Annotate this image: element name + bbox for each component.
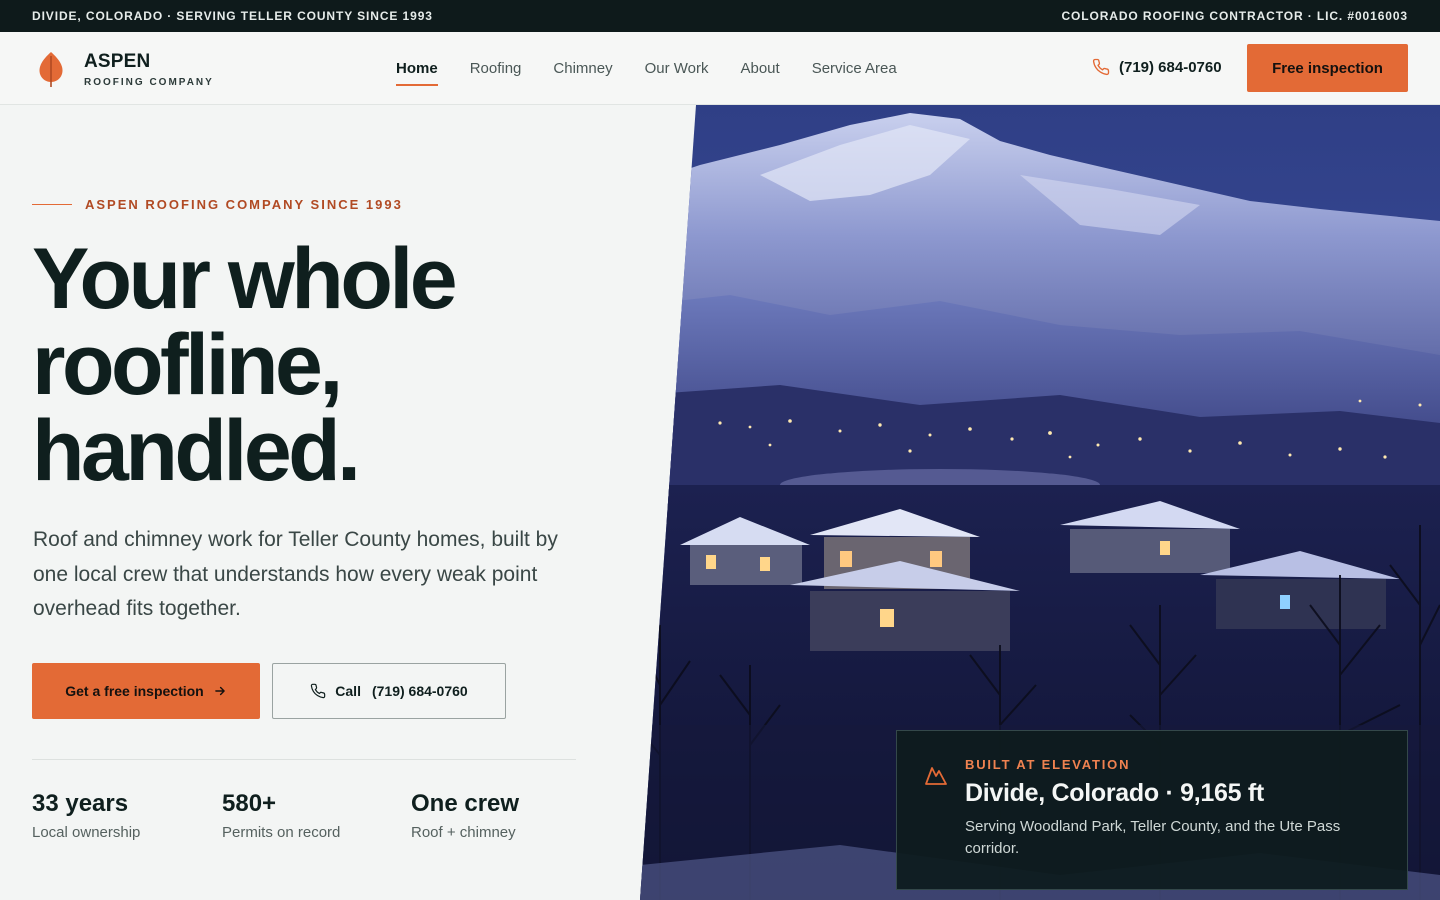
- hero-lead: Roof and chimney work for Teller County …: [33, 528, 558, 620]
- nav-home[interactable]: Home: [380, 32, 454, 105]
- hero-eyebrow-text: ASPEN ROOFING COMPANY SINCE 1993: [85, 197, 403, 212]
- stat-crew: One crew Roof + chimney: [411, 788, 519, 841]
- stat-value: 580+: [222, 790, 277, 817]
- site-header: ASPEN ROOFING COMPANY Home Roofing Chimn…: [0, 32, 1440, 105]
- card-text: Serving Woodland Park, Teller County, an…: [965, 818, 1341, 857]
- headline-line-3: handled.: [32, 403, 361, 499]
- header-phone-number: (719) 684-0760: [1119, 58, 1222, 76]
- card-title: Divide, Colorado · 9,165 ft: [965, 779, 1264, 807]
- nav-chimney[interactable]: Chimney: [537, 32, 628, 105]
- mountain-icon: [925, 767, 947, 785]
- stat-years: 33 years Local ownership: [32, 788, 140, 841]
- arrow-right-icon: [214, 686, 225, 696]
- phone-icon: [311, 683, 326, 699]
- brand-subtitle: ROOFING COMPANY: [84, 76, 214, 88]
- call-number: (719) 684-0760: [371, 683, 468, 699]
- stat-label: Roof + chimney: [411, 824, 516, 841]
- stat-label: Permits on record: [222, 824, 341, 841]
- nav-roofing[interactable]: Roofing: [454, 32, 538, 105]
- nav-our-work[interactable]: Our Work: [629, 32, 725, 105]
- hero-headline: Your whole roofline, handled.: [32, 236, 632, 494]
- topbar-location-text: DIVIDE, COLORADO · SERVING TELLER COUNTY…: [32, 9, 433, 23]
- primary-cta-label: Get a free inspection: [65, 683, 204, 699]
- nav-about[interactable]: About: [724, 32, 795, 105]
- brand-logo[interactable]: ASPEN ROOFING COMPANY: [36, 50, 214, 88]
- top-bar: DIVIDE, COLORADO · SERVING TELLER COUNTY…: [0, 0, 1440, 32]
- main-nav: Home Roofing Chimney Our Work About Serv…: [380, 32, 913, 105]
- stat-permits: 580+ Permits on record: [222, 788, 340, 841]
- stat-label: Local ownership: [32, 824, 141, 841]
- headline-line-1: Your whole: [32, 231, 458, 327]
- headline-line-2: roofline,: [32, 317, 343, 413]
- topbar-license-text: COLORADO ROOFING CONTRACTOR · LIC. #0016…: [1061, 9, 1408, 23]
- brand-name: ASPEN: [84, 50, 151, 72]
- stat-value: 33 years: [32, 790, 129, 817]
- stat-value: One crew: [411, 790, 520, 817]
- eyebrow-rule: [32, 204, 72, 205]
- stats-divider: [32, 759, 576, 760]
- phone-icon: [1092, 58, 1110, 76]
- call-button[interactable]: Call (719) 684-0760: [272, 663, 506, 719]
- elevation-card: BUILT AT ELEVATION Divide, Colorado · 9,…: [896, 730, 1408, 890]
- hero-eyebrow: ASPEN ROOFING COMPANY SINCE 1993: [32, 197, 403, 212]
- call-label: Call: [335, 683, 361, 699]
- card-eyebrow: BUILT AT ELEVATION: [965, 757, 1131, 772]
- get-free-inspection-button[interactable]: Get a free inspection: [32, 663, 260, 719]
- free-inspection-button[interactable]: Free inspection: [1247, 44, 1408, 92]
- nav-service-area[interactable]: Service Area: [796, 32, 913, 105]
- aspen-leaf-icon: [39, 52, 63, 87]
- header-phone-link[interactable]: (719) 684-0760: [1092, 58, 1222, 76]
